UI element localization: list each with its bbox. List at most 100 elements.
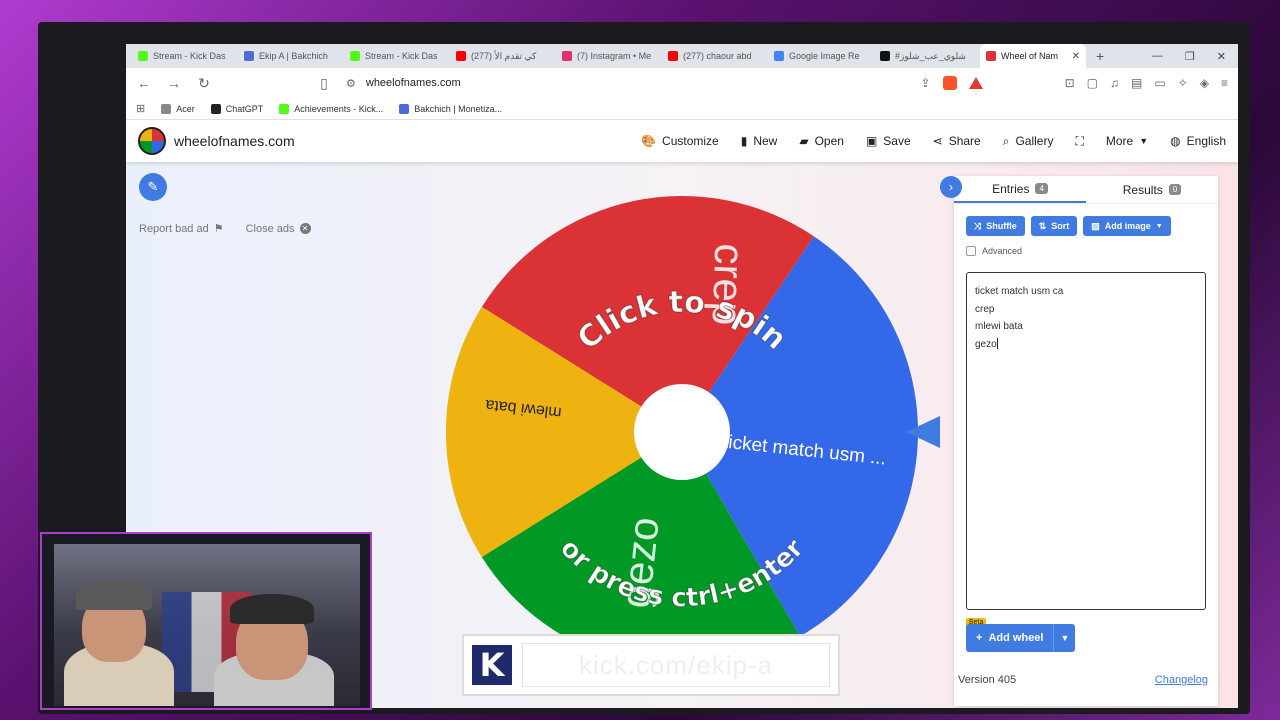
- flag-icon: ⚑: [213, 223, 224, 235]
- browser-tab[interactable]: Ekip A | Bakchich: [238, 44, 344, 68]
- fullscreen-button[interactable]: ⛶: [1075, 134, 1083, 149]
- edit-pencil-button[interactable]: ✎: [139, 173, 167, 201]
- address-bar[interactable]: ⚙ wheelofnames.com: [346, 77, 907, 90]
- bookmark-item[interactable]: Bakchich | Monetiza...: [399, 103, 502, 114]
- bookmark-icon[interactable]: ▯: [316, 75, 332, 92]
- back-icon[interactable]: ←: [136, 75, 152, 91]
- gallery-button[interactable]: ⌕ Gallery: [1003, 134, 1054, 149]
- browser-tab[interactable]: #شلوي_عب_شلوز: [874, 44, 980, 68]
- open-button[interactable]: ▰ Open: [799, 134, 844, 148]
- close-ads-link[interactable]: Close ads ✕: [246, 222, 311, 235]
- bookmarks-list: Acer ChatGPT Achievements - Kick... Bakchic…: [161, 103, 502, 114]
- more-label: More: [1105, 134, 1134, 148]
- share-nodes-icon: ⋖: [932, 134, 943, 148]
- reload-icon[interactable]: ↻: [196, 75, 212, 92]
- sort-label: Sort: [1051, 221, 1070, 231]
- wheel-hub[interactable]: [634, 384, 730, 480]
- chevron-right-icon: ›: [949, 180, 953, 194]
- share-button[interactable]: ⋖ Share: [933, 134, 981, 148]
- add-image-button[interactable]: ▨ Add image ▼: [1083, 216, 1171, 236]
- search-icon: ⌕: [1002, 133, 1010, 148]
- close-tab-icon[interactable]: ✕: [1072, 51, 1080, 62]
- browser-tab[interactable]: Stream - Kick Das: [344, 44, 450, 68]
- entry-line[interactable]: ticket match usm ca: [975, 283, 1197, 301]
- sort-icon: ⇅: [1038, 220, 1047, 231]
- collapse-panel-button[interactable]: ›: [940, 176, 962, 198]
- close-window-icon[interactable]: ✕: [1217, 50, 1226, 63]
- customize-button[interactable]: 🎨 Customize: [641, 134, 719, 148]
- version-label: Version 405: [958, 674, 1017, 686]
- browser-tab[interactable]: (277) chaour abd: [662, 44, 768, 68]
- save-icon: ▣: [865, 134, 878, 148]
- person-right-hair: [230, 594, 314, 624]
- customize-label: Customize: [662, 134, 719, 148]
- report-ad-link[interactable]: Report bad ad ⚑: [139, 222, 224, 236]
- entry-line[interactable]: gezo: [975, 336, 1197, 354]
- close-ads-label: Close ads: [245, 222, 295, 235]
- bookmark-label: Achievements - Kick...: [294, 103, 384, 114]
- new-button[interactable]: ▮ New: [741, 134, 778, 148]
- advanced-toggle[interactable]: Advanced: [954, 236, 1218, 256]
- sort-button[interactable]: ⇅ Sort: [1030, 216, 1078, 236]
- folder-icon: ▰: [799, 134, 809, 148]
- browser-tab[interactable]: Google Image Re: [768, 44, 874, 68]
- browser-tab[interactable]: (7) Instagram • Me: [556, 44, 662, 68]
- browser-tab[interactable]: Stream - Kick Das: [132, 44, 238, 68]
- wheel[interactable]: ticket match usm ... crep mlewi bata gezo C…: [444, 194, 920, 670]
- file-icon: ▮: [740, 134, 748, 148]
- tab-entries[interactable]: Entries 4: [954, 176, 1086, 203]
- forward-icon[interactable]: →: [166, 75, 182, 91]
- changelog-link[interactable]: Changelog: [1155, 674, 1208, 686]
- tab-label: #شلوي_عب_شلوز: [895, 50, 966, 61]
- entry-line[interactable]: mlewi bata: [975, 318, 1197, 336]
- entry-text: gezo: [975, 338, 997, 350]
- browser-tab[interactable]: Wheel of Nam ✕: [980, 44, 1086, 68]
- media-icon[interactable]: ♫: [1110, 76, 1119, 90]
- address-bar-row: ← → ↻ ▯ ⚙ wheelofnames.com ⇪ ⊡ ▢ ♫ ▤ ▭ ✧…: [126, 68, 1238, 98]
- kick-url: kick.com/ekip-a: [522, 643, 830, 687]
- wheel-graphic[interactable]: ticket match usm ...crepmlewi batagezo C…: [444, 194, 920, 670]
- sidebar-icon[interactable]: ▢: [1087, 76, 1098, 90]
- brave-rewards-icon[interactable]: [968, 77, 983, 89]
- brave-shield-icon[interactable]: [942, 76, 957, 90]
- bookmark-item[interactable]: Acer: [161, 103, 195, 114]
- language-button[interactable]: ◍ English: [1170, 134, 1226, 148]
- apps-icon[interactable]: ⊞: [136, 102, 145, 115]
- tab-label: Ekip A | Bakchich: [259, 51, 328, 61]
- entry-line[interactable]: crep: [975, 301, 1197, 319]
- advanced-checkbox[interactable]: [966, 246, 976, 256]
- save-button[interactable]: ▣ Save: [866, 134, 911, 148]
- tab-favicon: [350, 51, 360, 61]
- bookmark-item[interactable]: ChatGPT: [210, 103, 263, 114]
- site-settings-icon[interactable]: ⚙: [346, 77, 356, 90]
- browser-tab[interactable]: (277) كي تقدم الأ: [450, 44, 556, 68]
- bookmark-favicon: [399, 103, 410, 114]
- restore-icon[interactable]: ❐: [1185, 50, 1195, 63]
- results-count-badge: 0: [1168, 184, 1182, 195]
- tab-favicon: [774, 51, 784, 61]
- reading-list-icon[interactable]: ▤: [1131, 76, 1142, 90]
- menu-icon[interactable]: ≡: [1221, 76, 1228, 90]
- vpn-icon[interactable]: ◈: [1200, 76, 1209, 90]
- entries-textarea[interactable]: ticket match usm ca crep mlewi bata gezo: [966, 272, 1206, 610]
- tab-results[interactable]: Results 0: [1086, 176, 1218, 203]
- site-logo[interactable]: [138, 127, 166, 155]
- address-bar-icons: ⇪ ⊡ ▢ ♫ ▤ ▭ ✧ ◈ ≡: [921, 76, 1228, 90]
- site-name[interactable]: wheelofnames.com: [174, 133, 295, 149]
- minimize-icon[interactable]: —: [1152, 50, 1163, 62]
- add-wheel-button[interactable]: + Add wheel: [966, 624, 1054, 652]
- extension-icon[interactable]: ⊡: [1065, 76, 1075, 90]
- more-button[interactable]: More ▼: [1106, 134, 1148, 148]
- bookmark-favicon: [279, 103, 290, 114]
- share-icon[interactable]: ⇪: [921, 76, 931, 90]
- shuffle-button[interactable]: ⤨ Shuffle: [966, 216, 1025, 236]
- new-label: New: [753, 134, 778, 148]
- new-tab-button[interactable]: +: [1086, 48, 1114, 64]
- wallet-icon[interactable]: ▭: [1154, 76, 1165, 90]
- add-wheel-dropdown[interactable]: ▼: [1053, 624, 1076, 652]
- wheel-pointer: [906, 416, 940, 448]
- ai-icon[interactable]: ✧: [1178, 76, 1188, 90]
- url-text[interactable]: wheelofnames.com: [366, 77, 461, 89]
- bookmark-item[interactable]: Achievements - Kick...: [279, 103, 384, 114]
- tab-favicon: [244, 51, 254, 61]
